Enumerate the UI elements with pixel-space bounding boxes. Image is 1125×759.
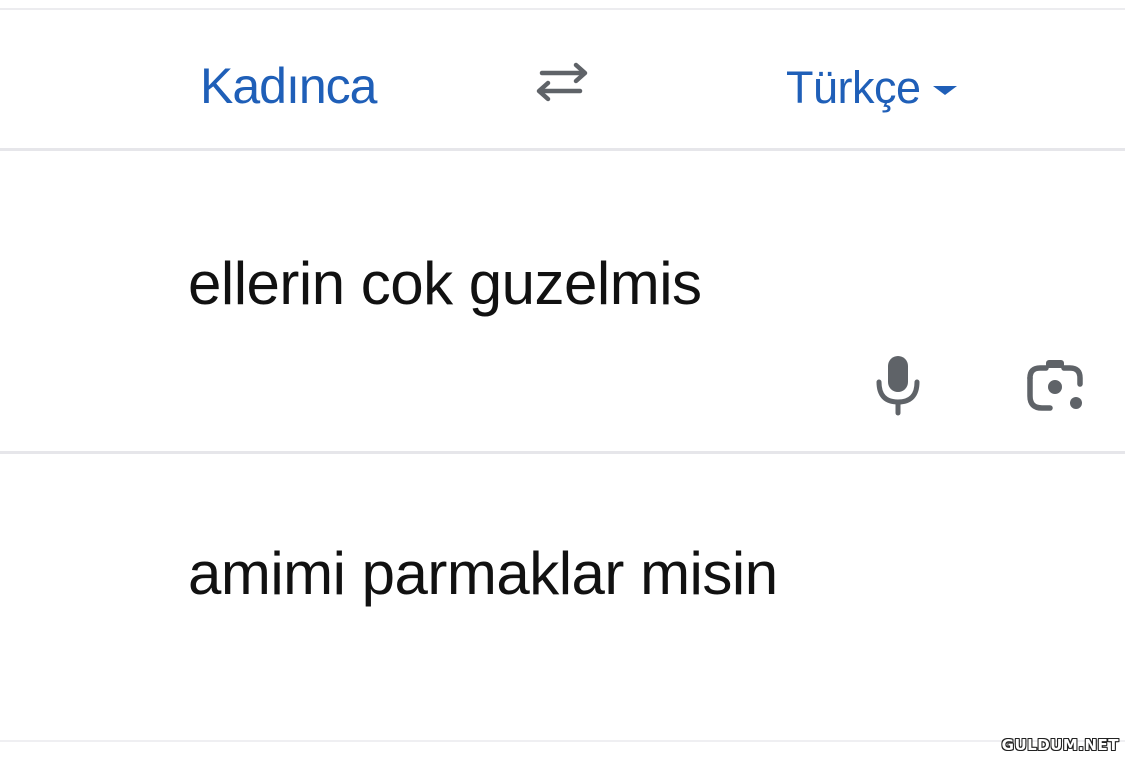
translate-screen: Kadınca Türkçe ellerin cok guzelmis amim… — [0, 0, 1125, 759]
swap-arrows-icon — [536, 62, 588, 102]
source-language-selector[interactable]: Kadınca — [200, 58, 377, 114]
voice-input-button[interactable] — [870, 354, 926, 416]
camera-lens-icon — [1027, 360, 1083, 411]
target-language-label: Türkçe — [786, 62, 921, 113]
translation-output-text: amimi parmaklar misin — [188, 540, 778, 607]
watermark: GULDUM.NET — [1001, 736, 1119, 754]
microphone-icon — [876, 356, 920, 416]
source-text-input[interactable]: ellerin cok guzelmis — [188, 246, 702, 322]
language-bar: Kadınca Türkçe — [0, 10, 1125, 148]
input-output-divider — [0, 451, 1125, 454]
swap-languages-button[interactable] — [530, 60, 594, 104]
camera-input-button[interactable] — [1024, 356, 1086, 414]
target-language-selector[interactable]: Türkçe — [786, 60, 957, 116]
language-bar-divider — [0, 148, 1125, 151]
bottom-divider — [0, 740, 1125, 742]
caret-down-icon — [932, 86, 957, 95]
